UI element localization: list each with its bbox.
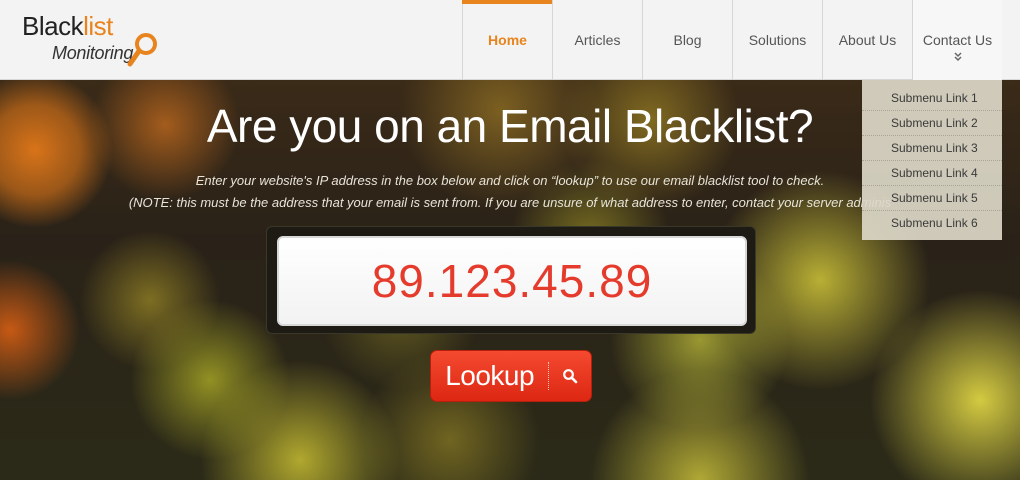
magnifier-logo-icon (127, 33, 157, 67)
nav-item-label: Solutions (748, 32, 807, 48)
ip-input-frame (266, 226, 756, 334)
nav-item-home[interactable]: Home (462, 0, 552, 80)
logo-word-part1: Black (22, 11, 84, 41)
logo-subtitle: Monitoring (52, 43, 134, 63)
submenu-link-2[interactable]: Submenu Link 2 (862, 111, 1002, 136)
ip-address-input[interactable] (277, 236, 747, 326)
nav-item-contact-us[interactable]: Contact Us (912, 0, 1002, 80)
nav-item-label: Articles (574, 32, 621, 48)
logo-wordmark: Blacklist (22, 12, 113, 40)
submenu-link-6[interactable]: Submenu Link 6 (862, 211, 1002, 236)
submenu-link-3[interactable]: Submenu Link 3 (862, 136, 1002, 161)
submenu-link-1[interactable]: Submenu Link 1 (862, 86, 1002, 111)
submenu-link-4[interactable]: Submenu Link 4 (862, 161, 1002, 186)
lookup-button-label: Lookup (445, 360, 535, 391)
nav-item-label: Home (488, 32, 527, 48)
lookup-button[interactable]: Lookup (430, 350, 592, 402)
search-icon (549, 350, 591, 402)
nav-item-label: Blog (673, 32, 702, 48)
contact-submenu: Submenu Link 1 Submenu Link 2 Submenu Li… (862, 80, 1002, 240)
site-header: Blacklist Monitoring Home Articles Blog … (0, 0, 1020, 80)
nav-item-about-us[interactable]: About Us (822, 0, 912, 80)
nav-item-solutions[interactable]: Solutions (732, 0, 822, 80)
double-chevron-down-icon (953, 52, 962, 62)
brand-logo[interactable]: Blacklist Monitoring (22, 12, 162, 68)
nav-item-blog[interactable]: Blog (642, 0, 732, 80)
logo-word-part2: list (83, 11, 113, 41)
nav-item-label: About Us (838, 32, 897, 48)
nav-item-articles[interactable]: Articles (552, 0, 642, 80)
nav-item-label: Contact Us (922, 32, 993, 48)
hero-description-line1: Enter your website's IP address in the b… (195, 173, 825, 188)
main-nav: Home Articles Blog Solutions About Us Co… (462, 0, 1002, 80)
submenu-link-5[interactable]: Submenu Link 5 (862, 186, 1002, 211)
